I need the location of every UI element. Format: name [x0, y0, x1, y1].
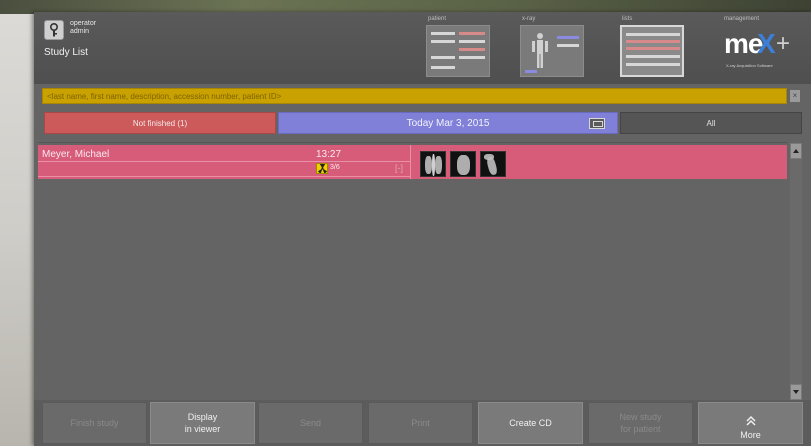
- create-cd-button[interactable]: Create CD: [478, 402, 583, 444]
- tab-patient[interactable]: patient: [426, 16, 490, 78]
- mex-logo[interactable]: me X + X-ray Acquisition Software: [724, 28, 806, 68]
- patient-name: Meyer, Michael: [42, 149, 110, 160]
- bottom-toolbar: Finish study Display in viewer Send Prin…: [34, 400, 811, 446]
- tab-lists[interactable]: lists: [620, 16, 684, 78]
- display-in-viewer-button[interactable]: Display in viewer: [150, 402, 255, 444]
- send-button[interactable]: Send: [258, 402, 363, 444]
- tab-patient-thumbnail: [426, 25, 490, 77]
- display-label-line2: in viewer: [184, 424, 221, 434]
- search-clear-button[interactable]: ×: [790, 90, 800, 102]
- tab-x-ray-label: x-ray: [522, 16, 536, 22]
- filter-today[interactable]: Today Mar 3, 2015: [278, 112, 618, 134]
- study-list: Meyer, Michael 13:27 3/6 [-]: [38, 142, 787, 401]
- background-panel: [0, 14, 34, 446]
- key-icon[interactable]: [44, 20, 64, 40]
- more-label: More: [740, 430, 761, 440]
- print-button[interactable]: Print: [368, 402, 473, 444]
- logo-plus: +: [776, 30, 791, 57]
- header: operator admin Study List patient x-ray: [34, 12, 811, 84]
- calendar-icon[interactable]: [589, 118, 605, 129]
- search-bar: [42, 88, 787, 104]
- xray-thumbnail[interactable]: [420, 151, 446, 177]
- logo-tagline: X-ray Acquisition Software: [726, 63, 773, 68]
- new-study-line2: for patient: [620, 424, 661, 434]
- filter-all[interactable]: All: [620, 112, 802, 134]
- chevron-up-icon: [745, 415, 756, 426]
- scrollbar-track[interactable]: [790, 159, 802, 384]
- scroll-down-icon[interactable]: [790, 384, 802, 400]
- tab-x-ray-thumbnail: [520, 25, 584, 77]
- app-window: operator admin Study List patient x-ray: [34, 12, 811, 446]
- row-separator: [38, 176, 410, 177]
- tab-lists-thumbnail: [620, 25, 684, 77]
- page-title: Study List: [44, 47, 88, 58]
- finish-study-button[interactable]: Finish study: [42, 402, 147, 444]
- image-count: 3/6: [330, 164, 340, 171]
- study-row[interactable]: Meyer, Michael 13:27 3/6 [-]: [38, 145, 787, 179]
- new-study-for-patient-button[interactable]: New study for patient: [588, 402, 693, 444]
- tab-patient-label: patient: [428, 16, 447, 22]
- tab-x-ray[interactable]: x-ray: [520, 16, 584, 78]
- filter-today-label: Today Mar 3, 2015: [406, 118, 490, 129]
- user-name: admin: [70, 28, 90, 35]
- more-button[interactable]: More: [698, 402, 803, 444]
- tab-lists-label: lists: [622, 16, 633, 22]
- radiation-icon: [316, 163, 328, 174]
- xray-thumbnail[interactable]: [480, 151, 506, 177]
- display-label-line1: Display: [187, 412, 218, 422]
- tab-management-label: management: [724, 16, 760, 22]
- scroll-up-icon[interactable]: [790, 143, 802, 159]
- study-time: 13:27: [316, 149, 342, 160]
- filter-not-finished[interactable]: Not finished (1): [44, 112, 276, 134]
- expand-toggle[interactable]: [-]: [395, 163, 403, 173]
- xray-thumbnail[interactable]: [450, 151, 476, 177]
- row-divider: [410, 145, 411, 179]
- user-role: operator: [70, 20, 97, 27]
- search-input[interactable]: [43, 89, 786, 103]
- row-separator: [38, 161, 410, 162]
- logo-x: X: [757, 28, 776, 59]
- new-study-line1: New study: [619, 412, 662, 422]
